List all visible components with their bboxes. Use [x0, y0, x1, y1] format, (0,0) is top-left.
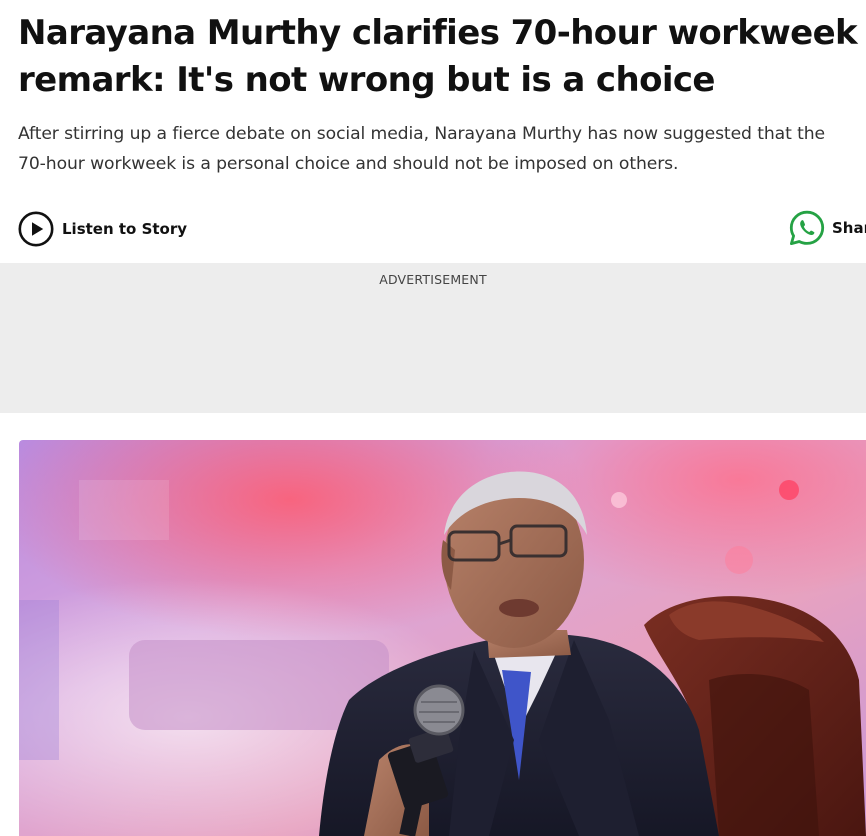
whatsapp-share-button[interactable]: Share — [788, 209, 866, 247]
article-page: Narayana Murthy clarifies 70-hour workwe… — [0, 0, 866, 836]
listen-to-story-label: Listen to Story — [62, 220, 188, 238]
article-summary: After stirring up a fierce debate on soc… — [18, 124, 825, 174]
listen-to-story-button[interactable]: Listen to Story — [18, 211, 187, 247]
article-headline: Narayana Murthy clarifies 70-hour workwe… — [18, 13, 858, 100]
advertisement-label: ADVERTISEMENT — [379, 272, 487, 287]
article-hero-image[interactable] — [19, 440, 866, 836]
share-label: Share — [832, 219, 866, 237]
play-icon — [18, 211, 54, 247]
whatsapp-icon — [789, 210, 825, 245]
hero-photo — [19, 440, 866, 836]
advertisement-slot: ADVERTISEMENT — [0, 263, 866, 413]
